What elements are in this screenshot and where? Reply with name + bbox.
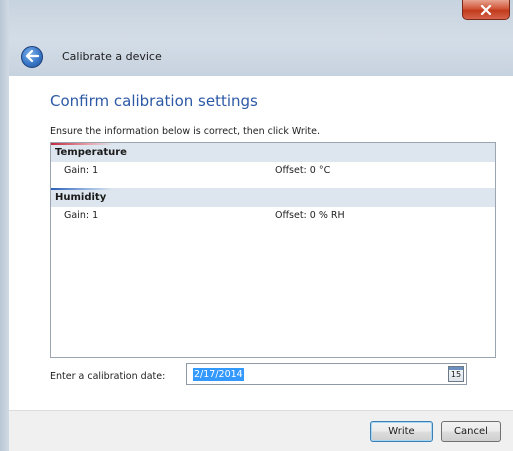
group-name: Temperature	[55, 147, 127, 158]
close-icon	[480, 4, 492, 15]
settings-list: Temperature Gain: 1 Offset: 0 °C Humidit…	[50, 142, 496, 358]
page-heading: Confirm calibration settings	[50, 92, 258, 110]
group-header-temperature: Temperature	[51, 143, 495, 162]
offset-value: Offset: 0 % RH	[275, 210, 345, 221]
group-accent	[51, 143, 113, 145]
calendar-day: 15	[450, 370, 462, 379]
calibration-date-field[interactable]: 2/17/2014	[193, 368, 244, 381]
calibration-date-label: Enter a calibration date:	[50, 371, 166, 382]
back-arrow-icon	[25, 49, 40, 65]
wizard-title: Calibrate a device	[62, 50, 162, 63]
group-accent	[51, 188, 113, 190]
list-item-humidity: Gain: 1 Offset: 0 % RH	[51, 207, 495, 225]
group-name: Humidity	[55, 192, 107, 203]
command-area: Write Cancel	[9, 410, 513, 451]
write-button[interactable]: Write	[370, 421, 433, 442]
gain-value: Gain: 1	[64, 165, 99, 176]
calendar-icon[interactable]: 15	[448, 366, 464, 382]
window-left-border	[0, 0, 9, 451]
instruction-text: Ensure the information below is correct,…	[50, 126, 321, 137]
gain-value: Gain: 1	[64, 210, 99, 221]
cancel-button[interactable]: Cancel	[441, 421, 501, 442]
offset-value: Offset: 0 °C	[275, 165, 331, 176]
close-button[interactable]	[462, 0, 510, 20]
wizard-content: Confirm calibration settings Ensure the …	[9, 76, 513, 410]
calibration-date-picker[interactable]: 2/17/2014 15	[186, 363, 467, 385]
group-header-humidity: Humidity	[51, 188, 495, 207]
list-item-temperature: Gain: 1 Offset: 0 °C	[51, 162, 495, 180]
back-button[interactable]	[21, 46, 43, 68]
